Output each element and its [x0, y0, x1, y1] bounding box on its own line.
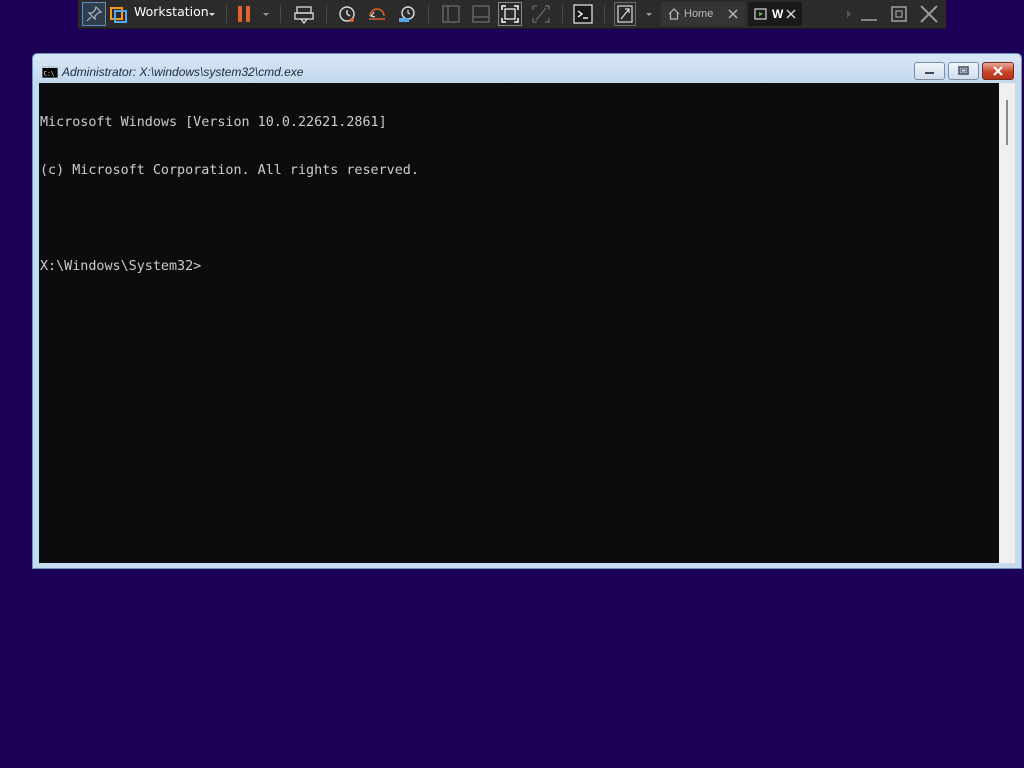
product-label[interactable]: Workstation	[134, 4, 209, 19]
pin-icon	[86, 5, 103, 22]
print-icon	[294, 6, 314, 25]
show-library-button[interactable]	[440, 2, 462, 26]
stretch-guest-button[interactable]	[614, 2, 636, 26]
full-screen-button[interactable]	[498, 2, 522, 26]
home-icon	[668, 8, 680, 20]
minimize-button[interactable]	[914, 62, 945, 80]
cmd-window[interactable]: C:\ Administrator: X:\windows\system32\c…	[32, 53, 1022, 569]
console-line: Microsoft Windows [Version 10.0.22621.28…	[40, 115, 387, 130]
vmware-logo-icon[interactable]	[109, 2, 129, 26]
snapshot-icon	[339, 6, 355, 22]
snapshot-manager-icon	[399, 6, 415, 22]
restore-icon	[891, 6, 907, 22]
thumbnail-icon	[472, 5, 490, 23]
snapshot-manager-button[interactable]	[396, 2, 418, 26]
power-menu-dropdown[interactable]	[260, 2, 272, 26]
svg-text:C:\: C:\	[44, 71, 55, 78]
unity-button[interactable]	[530, 2, 552, 26]
chevron-down-icon	[263, 13, 269, 16]
console-icon	[573, 4, 593, 24]
console-line: (c) Microsoft Corporation. All rights re…	[40, 163, 419, 178]
vmware-toolbar: Workstation Home W	[78, 0, 946, 29]
unity-icon	[532, 5, 550, 23]
close-button[interactable]	[918, 3, 940, 25]
pause-button[interactable]	[235, 2, 255, 26]
cmd-icon: C:\	[42, 66, 58, 78]
restore-icon	[958, 66, 969, 75]
tab-home[interactable]: Home	[661, 2, 745, 26]
close-icon	[993, 66, 1003, 76]
minimize-icon	[925, 72, 934, 74]
restore-button[interactable]	[888, 3, 910, 25]
chevron-right-icon	[847, 10, 851, 18]
console-view-button[interactable]	[572, 2, 594, 26]
pin-toolbar-button[interactable]	[82, 2, 106, 26]
minimize-button[interactable]	[858, 3, 880, 25]
scrollbar-thumb[interactable]	[1006, 100, 1008, 145]
stretch-menu-dropdown[interactable]	[643, 2, 655, 26]
product-menu-dropdown[interactable]	[206, 2, 218, 26]
revert-snapshot-icon	[369, 8, 385, 20]
close-icon	[920, 5, 938, 23]
tab-label: Home	[684, 8, 714, 20]
window-titlebar[interactable]: C:\ Administrator: X:\windows\system32\c…	[33, 54, 1021, 83]
scroll-tabs-right-button[interactable]	[844, 2, 854, 26]
show-thumbnail-bar-button[interactable]	[470, 2, 492, 26]
close-tab-icon[interactable]	[727, 8, 739, 20]
stretch-icon	[617, 5, 633, 23]
full-screen-icon	[501, 5, 519, 23]
sidebar-icon	[442, 5, 460, 23]
send-ctrl-alt-del-button[interactable]	[293, 2, 315, 26]
maximize-button[interactable]	[948, 62, 979, 80]
pause-icon	[238, 6, 250, 22]
window-title: Administrator: X:\windows\system32\cmd.e…	[62, 65, 304, 79]
vm-tab-icon	[754, 8, 767, 20]
minimize-icon	[861, 19, 877, 21]
close-button[interactable]	[982, 62, 1014, 80]
chevron-down-icon	[646, 13, 652, 16]
close-tab-icon[interactable]	[785, 8, 797, 20]
command-prompt[interactable]: X:\Windows\System32>	[40, 259, 999, 275]
tab-label: W	[772, 7, 784, 21]
vertical-scrollbar[interactable]	[999, 83, 1015, 563]
console-output[interactable]: Microsoft Windows [Version 10.0.22621.28…	[39, 83, 999, 563]
revert-snapshot-button[interactable]	[366, 2, 388, 26]
chevron-down-icon	[209, 13, 215, 16]
tab-vm[interactable]: W	[748, 2, 802, 26]
take-snapshot-button[interactable]	[336, 2, 358, 26]
